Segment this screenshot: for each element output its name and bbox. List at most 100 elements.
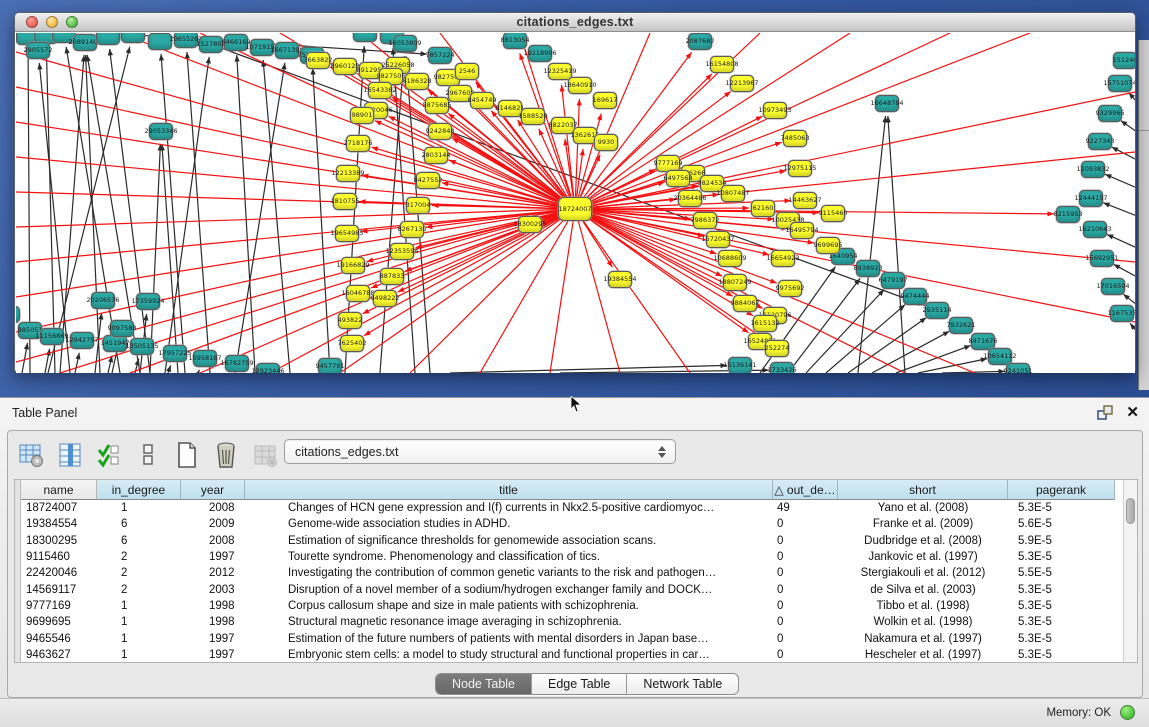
column-select-button[interactable]	[55, 440, 85, 470]
table-row[interactable]: 946554611997Estimation of the future num…	[21, 630, 1115, 646]
graph-node[interactable]: 13505135	[130, 338, 154, 355]
graph-node[interactable]: 12093832	[1081, 161, 1105, 178]
graph-node[interactable]: 8471676	[971, 333, 995, 350]
graph-node[interactable]: 7986372	[693, 212, 717, 229]
column-header-year[interactable]: year	[181, 480, 245, 500]
graph-node[interactable]: 8938923	[856, 260, 880, 277]
table-row[interactable]: 1456911722003Disruption of a novel membe…	[21, 581, 1115, 597]
graph-node[interactable]: 9699695	[816, 237, 840, 254]
graph-node[interactable]: 2967608	[448, 85, 472, 102]
graph-node[interactable]	[148, 33, 172, 50]
scrollbar-thumb[interactable]	[1126, 498, 1135, 524]
graph-node[interactable]: 9975692	[778, 280, 802, 297]
vertical-scrollbar[interactable]	[1123, 480, 1137, 662]
graph-node[interactable]: 8215953	[1056, 206, 1080, 223]
table-row[interactable]: 1830029562008Estimation of significance …	[21, 533, 1115, 549]
graph-node[interactable]: 1527802	[199, 36, 223, 53]
float-icon[interactable]	[1097, 405, 1113, 421]
graph-node[interactable]: 985051	[18, 322, 42, 339]
graph-node[interactable]: 2905572	[26, 42, 50, 59]
graph-node[interactable]: 9146821	[498, 100, 522, 117]
column-header-name[interactable]: name	[21, 480, 97, 500]
graph-node[interactable]: 2935114	[925, 302, 949, 319]
graph-node[interactable]: 10719155	[250, 39, 274, 56]
graph-node[interactable]: 18300295	[518, 216, 542, 233]
graph-node[interactable]: 9329966	[1098, 105, 1122, 122]
delete-table-button[interactable]	[250, 440, 280, 470]
table-row[interactable]: 2242004622012Investigating the contribut…	[21, 565, 1115, 581]
graph-node[interactable]: 8454749	[470, 92, 494, 109]
graph-node[interactable]: 19166829	[341, 257, 365, 274]
tab-edge-table[interactable]: Edge Table	[532, 674, 627, 694]
graph-node[interactable]: 317004	[406, 197, 430, 214]
graph-node[interactable]: 19384554	[608, 271, 632, 288]
graph-node[interactable]: 9115460	[821, 205, 845, 222]
graph-node[interactable]: 10973493	[763, 102, 787, 119]
column-header-title[interactable]: title	[245, 480, 773, 500]
graph-node[interactable]: 15136141	[728, 357, 752, 374]
graph-node[interactable]: 8822037	[551, 117, 575, 134]
graph-node[interactable]: 12213967	[730, 75, 754, 92]
network-canvas[interactable]: 1872400729055722089140610655287152780264…	[16, 33, 1135, 373]
graph-node[interactable]: 8427552	[416, 172, 440, 189]
graph-node[interactable]: 9241051	[1006, 363, 1030, 374]
graph-node[interactable]: 12213389	[336, 165, 360, 182]
graph-node[interactable]: 12444157	[1079, 190, 1103, 207]
graph-node[interactable]: 17016504	[1101, 278, 1125, 295]
table-row[interactable]: 911546021997Tourette syndrome. Phenomeno…	[21, 549, 1115, 565]
graph-node[interactable]: 9884067	[733, 295, 757, 312]
table-row[interactable]: 946362711997Embryonic stem cells: a mode…	[21, 647, 1115, 663]
graph-node[interactable]: 12942757	[70, 332, 94, 349]
graph-node[interactable]: 7663822	[306, 52, 330, 69]
graph-hub-node[interactable]: 18724007	[558, 197, 592, 221]
graph-node[interactable]: 16782759	[225, 355, 249, 372]
graph-node[interactable]: 17359924	[136, 293, 160, 310]
graph-node[interactable]: 493822	[338, 312, 362, 329]
graph-node[interactable]: 16053809	[393, 35, 417, 52]
table-settings-button[interactable]	[16, 440, 46, 470]
tab-network-table[interactable]: Network Table	[627, 674, 738, 694]
column-header-out_de[interactable]: △ out_de…	[773, 480, 838, 500]
graph-node[interactable]: 9474444	[903, 288, 927, 305]
graph-node[interactable]: 1451947	[103, 335, 127, 352]
graph-node[interactable]: 16154808	[710, 56, 734, 73]
graph-node[interactable]: 18640910	[568, 77, 592, 94]
graph-node[interactable]: 7625402	[340, 335, 364, 352]
graph-node[interactable]: 9777169	[656, 155, 680, 172]
graph-node[interactable]: 8186328	[405, 73, 429, 90]
graph-node[interactable]: 10958167	[193, 350, 217, 367]
graph-node[interactable]: 9097588	[110, 320, 134, 337]
graph-node[interactable]: 2718176	[346, 135, 370, 152]
graph-node[interactable]: 15692951	[1090, 250, 1114, 267]
tab-node-table[interactable]: Node Table	[436, 674, 532, 694]
network-select-dropdown[interactable]: citations_edges.txt	[284, 439, 676, 464]
graph-node[interactable]: 1733426	[770, 362, 794, 374]
graph-node[interactable]: 16543382	[368, 82, 392, 99]
graph-node[interactable]: 12923446	[256, 363, 280, 374]
graph-node[interactable]: 7485063	[783, 130, 807, 147]
graph-node[interactable]	[121, 33, 145, 43]
graph-node[interactable]: 2087682	[688, 33, 712, 50]
graph-node[interactable]	[96, 33, 120, 45]
graph-node[interactable]: 6479197	[881, 272, 905, 289]
graph-node[interactable]: 19654985	[335, 225, 359, 242]
graph-node[interactable]: 16654923	[771, 250, 795, 267]
graph-node[interactable]: 29053346	[149, 123, 173, 140]
graph-node[interactable]: 16671398	[275, 42, 299, 59]
table-row[interactable]: 977716911998Corpus callosum shape and si…	[21, 598, 1115, 614]
graph-node[interactable]: 7932621	[949, 317, 973, 334]
graph-node[interactable]: 12975115	[788, 160, 812, 177]
graph-node[interactable]: 8813054	[503, 33, 527, 49]
graph-node[interactable]: 20891406	[73, 34, 97, 51]
graph-node[interactable]: 1810755	[333, 193, 357, 210]
graph-node[interactable]: 12353594	[390, 243, 414, 260]
graph-node[interactable]: 14463627	[793, 192, 817, 209]
table-row[interactable]: 969969511998Structural magnetic resonanc…	[21, 614, 1115, 630]
graph-node[interactable]: 9457791	[318, 358, 342, 374]
graph-node[interactable]: 17957225	[163, 345, 187, 362]
column-header-pagerank[interactable]: pagerank	[1008, 480, 1115, 500]
column-header-short[interactable]: short	[838, 480, 1008, 500]
graph-node[interactable]: 8960128	[333, 58, 357, 75]
graph-node[interactable]: 19218906	[528, 45, 552, 62]
graph-node[interactable]: 9498222	[373, 290, 397, 307]
